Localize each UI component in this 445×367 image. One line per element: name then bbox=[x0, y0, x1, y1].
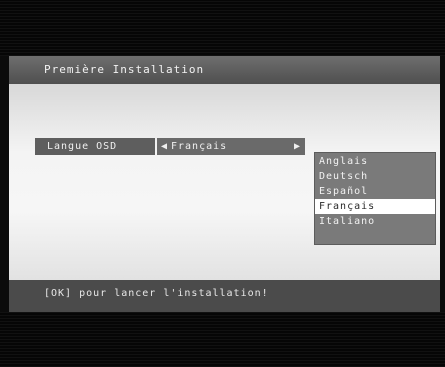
language-option-espanol[interactable]: Español bbox=[315, 184, 435, 199]
screen-noise-bottom bbox=[0, 312, 445, 367]
language-osd-value: Français bbox=[171, 141, 228, 152]
title-bar: Première Installation bbox=[9, 56, 440, 84]
arrow-left-icon[interactable]: ◀ bbox=[161, 138, 168, 155]
language-option-anglais[interactable]: Anglais bbox=[315, 154, 435, 169]
arrow-right-icon[interactable]: ▶ bbox=[294, 138, 301, 155]
language-option-italiano[interactable]: Italiano bbox=[315, 214, 435, 229]
language-option-deutsch[interactable]: Deutsch bbox=[315, 169, 435, 184]
install-hint: [OK] pour lancer l'installation! bbox=[44, 288, 269, 299]
language-dropdown[interactable]: Anglais Deutsch Español Français Italian… bbox=[314, 152, 436, 245]
settings-area: Langue OSD ◀ Français ▶ Anglais Deutsch … bbox=[9, 84, 440, 280]
footer-bar: [OK] pour lancer l'installation! bbox=[9, 280, 440, 312]
tv-screen: Première Installation Langue OSD ◀ Franç… bbox=[0, 0, 445, 367]
language-option-francais[interactable]: Français bbox=[315, 199, 435, 214]
language-osd-selector[interactable]: ◀ Français ▶ bbox=[157, 138, 305, 155]
osd-panel: Première Installation Langue OSD ◀ Franç… bbox=[9, 56, 440, 312]
language-osd-label: Langue OSD bbox=[35, 138, 155, 155]
screen-noise-top bbox=[0, 0, 445, 56]
page-title: Première Installation bbox=[44, 63, 205, 76]
